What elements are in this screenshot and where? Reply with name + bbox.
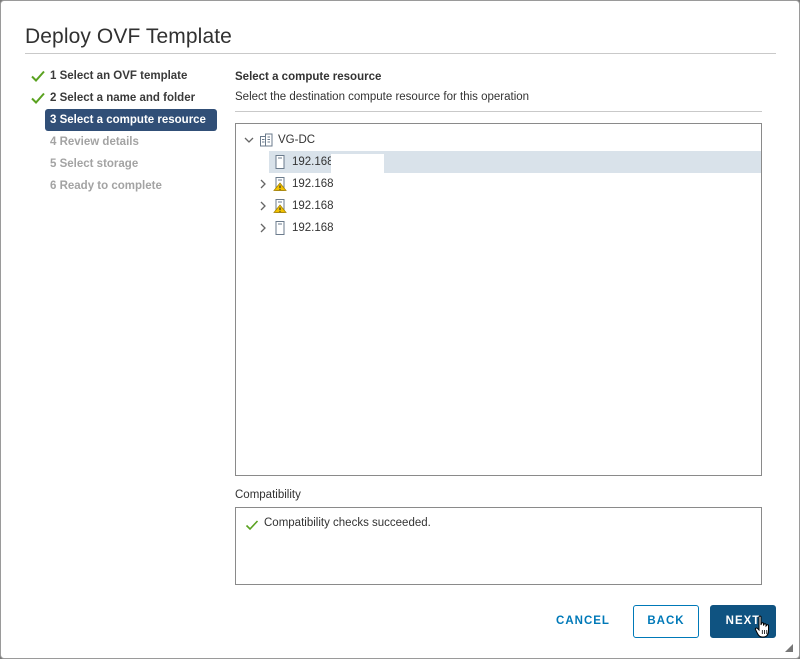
host-warning-icon bbox=[273, 199, 287, 213]
step-label: 2 Select a name and folder bbox=[50, 92, 196, 104]
chevron-down-icon[interactable] bbox=[243, 129, 255, 151]
check-icon bbox=[31, 92, 45, 104]
deploy-ovf-dialog: Deploy OVF Template 1 Select an OVF temp… bbox=[0, 0, 800, 659]
compatibility-message: Compatibility checks succeeded. bbox=[264, 517, 431, 529]
chevron-right-icon[interactable] bbox=[257, 217, 269, 239]
hand-cursor-icon bbox=[754, 615, 769, 638]
step-label: 4 Review details bbox=[50, 136, 139, 148]
back-button[interactable]: BACK bbox=[633, 605, 699, 638]
chevron-right-icon[interactable] bbox=[257, 195, 269, 217]
cancel-button[interactable]: CANCEL bbox=[549, 605, 617, 638]
datacenter-icon bbox=[260, 133, 273, 147]
host-warning-icon bbox=[273, 177, 287, 191]
compute-resource-tree[interactable]: VG-DC 192.168 192.168 192.168 192.168 bbox=[235, 123, 762, 476]
redaction-mask bbox=[331, 154, 384, 174]
tree-node-label: 192.168 bbox=[292, 222, 334, 234]
step-select-storage: 5 Select storage bbox=[25, 153, 225, 175]
chevron-right-icon[interactable] bbox=[257, 173, 269, 195]
compatibility-label: Compatibility bbox=[235, 489, 301, 501]
compatibility-box: Compatibility checks succeeded. bbox=[235, 507, 762, 585]
resize-grip-icon[interactable] bbox=[785, 644, 793, 652]
tree-node-label: VG-DC bbox=[278, 134, 316, 146]
step-ready-to-complete: 6 Ready to complete bbox=[25, 175, 225, 197]
title-divider bbox=[25, 53, 776, 54]
dialog-title: Deploy OVF Template bbox=[25, 25, 232, 48]
step-label: 6 Ready to complete bbox=[50, 180, 162, 192]
step-review-details: 4 Review details bbox=[25, 131, 225, 153]
host-icon bbox=[275, 155, 285, 169]
panel-divider bbox=[235, 111, 762, 112]
check-icon bbox=[245, 520, 259, 531]
wizard-steps: 1 Select an OVF template 2 Select a name… bbox=[25, 65, 225, 197]
step-label: 5 Select storage bbox=[50, 158, 139, 170]
tree-node-label: 192.168 bbox=[292, 200, 334, 212]
check-icon bbox=[31, 70, 45, 82]
host-icon bbox=[275, 221, 285, 235]
tree-node-label: 192.168 bbox=[292, 156, 334, 168]
step-label: 1 Select an OVF template bbox=[50, 70, 188, 82]
tree-node-label: 192.168 bbox=[292, 178, 334, 190]
panel-heading: Select a compute resource bbox=[235, 71, 382, 83]
step-select-ovf-template[interactable]: 1 Select an OVF template bbox=[25, 65, 225, 87]
panel-subheading: Select the destination compute resource … bbox=[235, 91, 530, 103]
step-select-compute-resource[interactable]: 3 Select a compute resource bbox=[45, 109, 217, 131]
step-label: 3 Select a compute resource bbox=[50, 114, 206, 126]
step-select-name-folder[interactable]: 2 Select a name and folder bbox=[25, 87, 225, 109]
